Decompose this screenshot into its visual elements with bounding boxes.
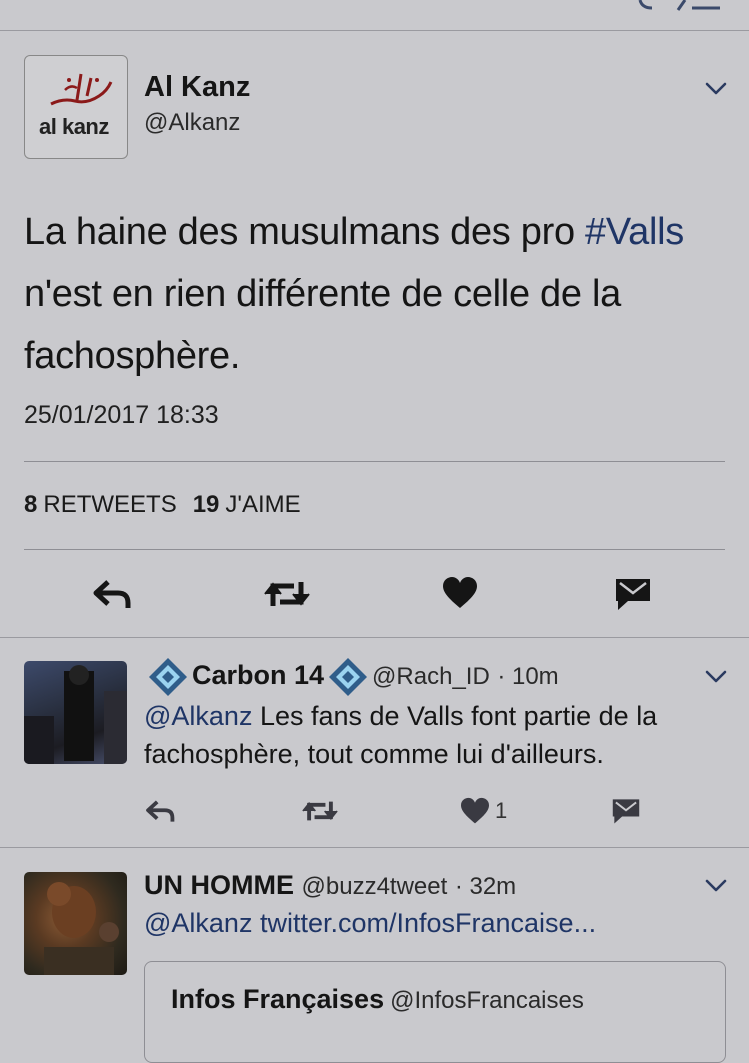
main-tweet: al kanz Al Kanz @Alkanz La haine des mus… (0, 31, 749, 638)
retweet-icon[interactable] (300, 797, 340, 825)
reply-text: @Alkanz twitter.com/InfosFrancaise... (144, 904, 734, 942)
likes-stat[interactable]: 19 J'AIME (193, 491, 301, 518)
heart-icon[interactable] (442, 576, 478, 610)
avatar[interactable] (24, 872, 127, 975)
tweet-text: La haine des musulmans des pro #Valls n'… (24, 201, 734, 387)
likes-label: J'AIME (225, 491, 301, 518)
chevron-down-icon[interactable] (705, 879, 727, 893)
verified-diamond-icon (329, 658, 368, 696)
reply-author-handle[interactable]: @Rach_ID (372, 663, 490, 690)
tweet-stats: 8 RETWEETS 19 J'AIME (24, 491, 301, 519)
top-bar-fragment (0, 0, 749, 31)
reply-header: Carbon 14 @Rach_ID · 10m (144, 657, 559, 697)
reply-icon[interactable] (92, 576, 134, 612)
reply-author-name[interactable]: UN HOMME (144, 870, 294, 900)
direct-message-icon[interactable] (611, 797, 641, 825)
retweets-label: RETWEETS (43, 491, 177, 518)
quoted-author-name: Infos Françaises (171, 984, 385, 1014)
tweet-text-part: La haine des musulmans des pro (24, 211, 586, 253)
chevron-down-icon[interactable] (705, 82, 727, 96)
reply-tweet[interactable]: Carbon 14 @Rach_ID · 10m @Alkanz Les fan… (0, 637, 749, 848)
mention-link[interactable]: @Alkanz (144, 908, 252, 938)
retweet-icon[interactable] (262, 576, 312, 612)
quoted-author-handle: @InfosFrancaises (390, 987, 584, 1014)
tweet-text-part: n'est en rien différente de celle de la … (24, 273, 621, 377)
reply-time: · 10m (497, 663, 559, 691)
author-handle[interactable]: @Alkanz (144, 109, 240, 137)
quoted-tweet-card[interactable]: Infos Françaises @InfosFrancaises (144, 961, 726, 1063)
reply-icon[interactable] (145, 797, 177, 825)
url-link[interactable]: twitter.com/InfosFrancaise... (252, 908, 596, 938)
avatar-photo (24, 665, 127, 764)
divider (24, 549, 725, 550)
top-action-icon[interactable] (630, 0, 730, 12)
reply-text: @Alkanz Les fans de Valls font partie de… (144, 697, 734, 773)
author-name[interactable]: Al Kanz (144, 71, 250, 104)
avatar-photo (44, 882, 119, 975)
quoted-author: Infos Françaises @InfosFrancaises (171, 984, 584, 1015)
reply-author-name[interactable]: Carbon 14 (192, 660, 324, 690)
divider (24, 461, 725, 462)
retweets-stat[interactable]: 8 RETWEETS (24, 491, 177, 518)
reply-header: UN HOMME @buzz4tweet · 32m (144, 870, 516, 901)
mention-link[interactable]: @Alkanz (144, 701, 252, 731)
likes-count: 19 (192, 491, 220, 518)
hashtag-link[interactable]: #Valls (585, 211, 684, 253)
avatar[interactable] (24, 661, 127, 764)
heart-icon[interactable] (460, 797, 490, 825)
reply-author-handle[interactable]: @buzz4tweet (302, 873, 448, 900)
arabic-calligraphy-logo (50, 73, 113, 106)
avatar-logo-text: al kanz (39, 114, 109, 139)
retweets-count: 8 (24, 491, 38, 518)
chevron-down-icon[interactable] (705, 670, 727, 684)
like-count: 1 (495, 798, 508, 823)
tweet-timestamp: 25/01/2017 18:33 (24, 401, 219, 429)
reply-time: · 32m (454, 873, 517, 900)
reply-tweet[interactable]: UN HOMME @buzz4tweet · 32m @Alkanz twitt… (0, 848, 749, 1063)
al-kanz-avatar[interactable]: al kanz (24, 55, 128, 159)
direct-message-icon[interactable] (614, 576, 652, 612)
verified-diamond-icon (149, 658, 187, 696)
